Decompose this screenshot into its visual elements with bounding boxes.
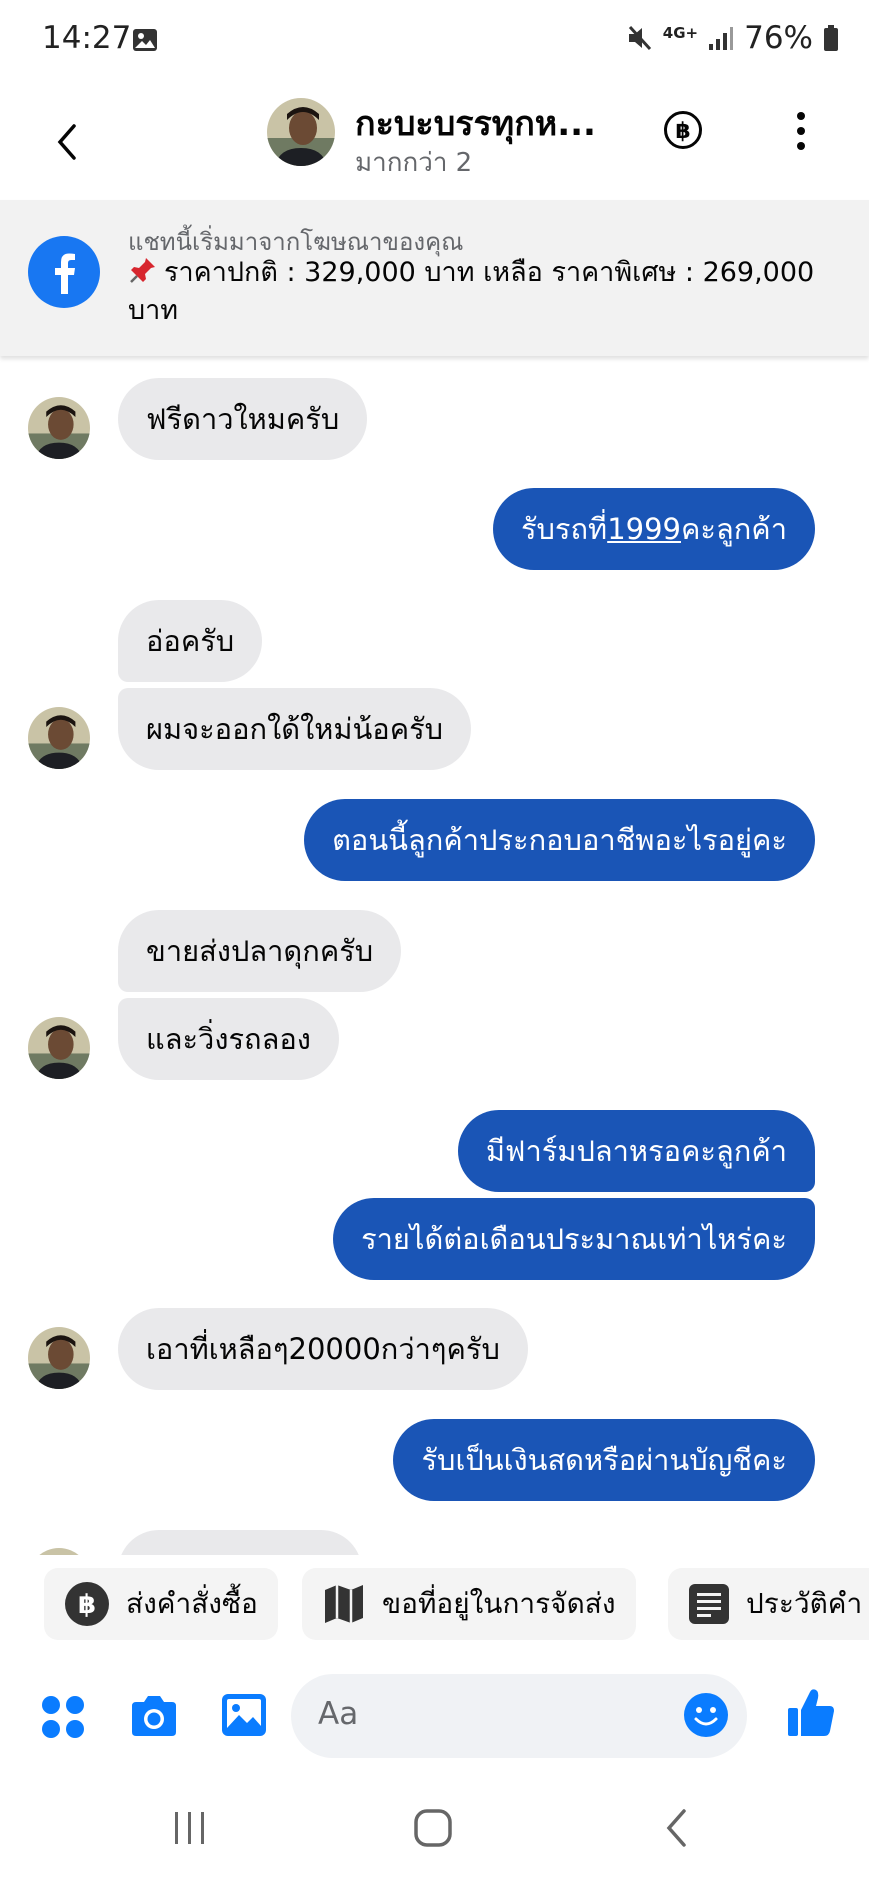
message-composer: Aa <box>0 1662 869 1770</box>
ad-text: ราคาปกติ : 329,000 บาท เหลือ ราคาพิเศษ :… <box>128 257 815 326</box>
system-nav-bar <box>0 1780 869 1883</box>
outgoing-message[interactable]: รับรถที่1999คะลูกค้า <box>492 488 815 570</box>
message-input[interactable]: Aa <box>291 1674 747 1758</box>
quick-reply-send-order[interactable]: ฿ ส่งคำสั่งซื้อ <box>44 1568 278 1640</box>
message-list[interactable]: ฟรีดาวใหมครับ รับรถที่1999คะลูกค้า อ่อคร… <box>0 360 869 1555</box>
incoming-message[interactable]: เอาที่เหลือๆ20000กว่าๆครับ <box>118 1308 528 1390</box>
sender-avatar[interactable] <box>28 1017 90 1079</box>
map-icon <box>325 1585 363 1623</box>
gallery-icon[interactable] <box>220 1692 268 1738</box>
sender-avatar[interactable] <box>28 707 90 769</box>
outgoing-message[interactable]: มีฟาร์มปลาหรอคะลูกค้า <box>457 1110 815 1192</box>
outgoing-message[interactable]: ตอนนี้ลูกค้าประกอบอาชีพอะไรอยู่คะ <box>304 799 815 881</box>
quick-reply-request-address[interactable]: ขอที่อยู่ในการจัดส่ง <box>302 1568 636 1640</box>
pushpin-icon <box>130 258 155 283</box>
status-right: 4G+ 76% <box>627 20 839 56</box>
svg-text:฿: ฿ <box>78 1590 96 1620</box>
incoming-message[interactable]: ขายส่งปลาดุกครับ <box>118 910 402 992</box>
outgoing-message[interactable]: รับเป็นเงินสดหรือผ่านบัญชีคะ <box>393 1419 815 1501</box>
incoming-message[interactable]: ฟรีดาวใหมครับ <box>118 378 368 460</box>
baht-button[interactable]: ฿ <box>663 110 703 150</box>
svg-text:฿: ฿ <box>675 119 690 144</box>
recent-apps-icon[interactable] <box>172 1810 208 1846</box>
quick-replies: ฿ ส่งคำสั่งซื้อ ขอที่อยู่ในการจัดส่ง ประ… <box>0 1556 869 1652</box>
chat-header: กะบะบรรทุกห... มากกว่า 2 ฿ <box>0 84 869 200</box>
battery-percent: 76% <box>744 20 813 56</box>
network-type: 4G+ <box>662 24 699 42</box>
ad-origin-banner[interactable]: แชทนี้เริ่มมาจากโฆษณาของคุณ ราคาปกติ : 3… <box>0 200 869 356</box>
status-bar: 14:27 4G+ 76% <box>0 0 869 84</box>
like-icon[interactable] <box>786 1686 836 1738</box>
battery-icon <box>824 25 838 51</box>
message-placeholder: Aa <box>318 1696 359 1732</box>
sender-avatar[interactable] <box>28 1327 90 1389</box>
incoming-message[interactable]: อ่อครับ <box>118 600 263 682</box>
receipt-icon <box>689 1584 729 1624</box>
outgoing-message[interactable]: รายได้ต่อเดือนประมาณเท่าไหร่คะ <box>333 1198 815 1280</box>
facebook-icon <box>28 236 100 308</box>
message-link[interactable]: 1999 <box>607 512 681 546</box>
camera-icon[interactable] <box>128 1692 180 1740</box>
mute-icon <box>628 25 651 51</box>
contact-avatar[interactable] <box>267 98 335 166</box>
incoming-message[interactable]: ผมจะออกใด้ใหม่น้อครับ <box>118 688 472 770</box>
sender-avatar[interactable] <box>28 1548 90 1555</box>
system-back-icon[interactable] <box>662 1808 692 1848</box>
baht-icon: ฿ <box>65 1582 109 1626</box>
back-button[interactable] <box>48 114 88 170</box>
more-options-icon[interactable] <box>786 108 816 154</box>
emoji-icon[interactable] <box>683 1692 729 1738</box>
quick-reply-order-history[interactable]: ประวัติคำ <box>668 1568 869 1640</box>
status-time: 14:27 <box>42 20 132 56</box>
sender-avatar[interactable] <box>28 397 90 459</box>
incoming-message-partial[interactable] <box>118 1530 362 1555</box>
contact-subtitle: มากกว่า 2 <box>355 148 473 178</box>
apps-icon[interactable] <box>40 1694 86 1740</box>
gallery-notification-icon <box>133 29 157 51</box>
incoming-message[interactable]: และวิ่งรถลอง <box>118 998 339 1080</box>
home-icon[interactable] <box>413 1808 453 1848</box>
signal-icon <box>709 27 734 50</box>
